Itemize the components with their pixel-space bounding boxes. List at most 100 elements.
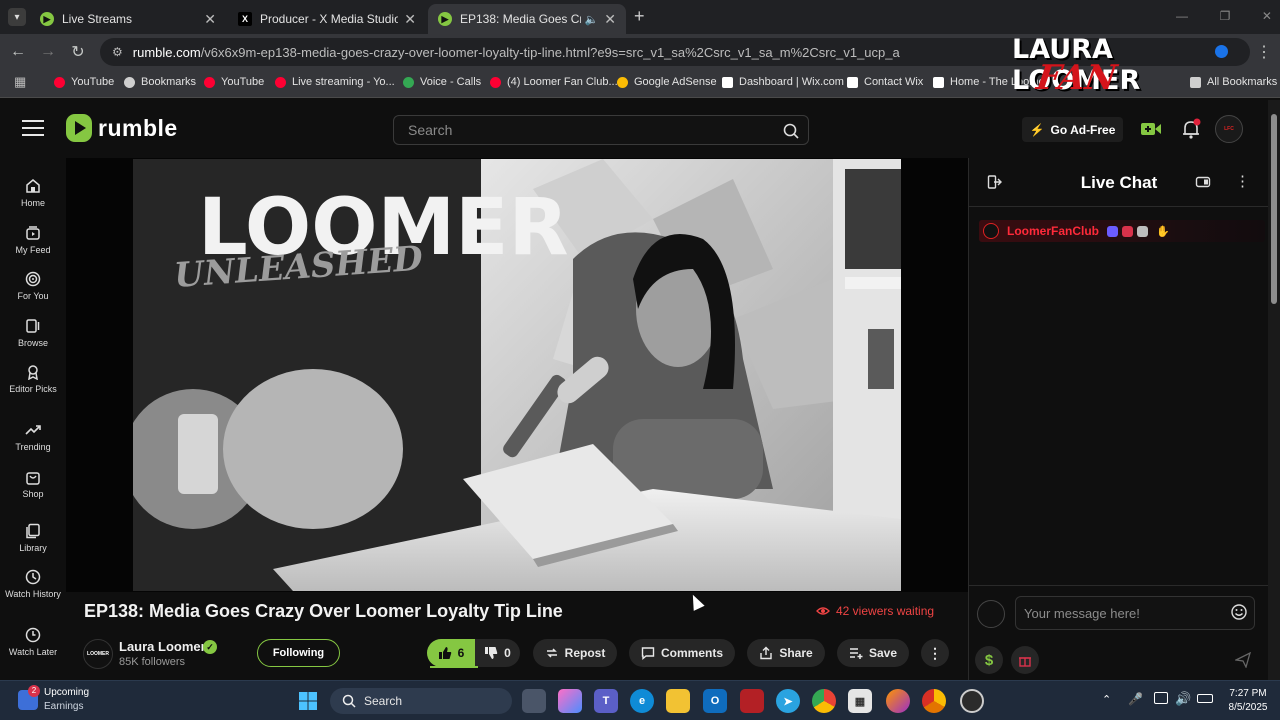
shop-icon (26, 472, 40, 485)
firefox-icon[interactable] (886, 689, 910, 713)
copilot-icon[interactable] (558, 689, 582, 713)
page-scrollbar[interactable] (1268, 100, 1280, 680)
outlook-icon[interactable]: O (703, 689, 727, 713)
video-player[interactable]: LOOMER UNLEASHED (133, 159, 901, 591)
sidebar-item-watch-later[interactable]: Watch Later (0, 627, 66, 658)
chrome-icon[interactable] (812, 689, 836, 713)
comments-label: Comments (660, 646, 723, 660)
bookmark-contact-wix[interactable]: Contact Wix (847, 76, 923, 88)
bookmark-adsense[interactable]: Google AdSense (617, 76, 717, 88)
taskbar-search[interactable]: Search (330, 688, 512, 714)
user-avatar[interactable]: LFC (1215, 115, 1243, 143)
tray-overflow-icon[interactable]: ⌃ (1102, 693, 1111, 706)
close-tab-icon[interactable]: ✕ (604, 11, 616, 28)
teams-icon[interactable]: T (594, 689, 618, 713)
sidebar-item-my-feed[interactable]: My Feed (0, 225, 66, 256)
battery-icon[interactable] (1197, 694, 1213, 703)
close-window-icon[interactable]: ✕ (1262, 9, 1272, 23)
file-explorer-icon[interactable] (666, 689, 690, 713)
system-clock[interactable]: 7:27 PM 8/5/2025 (1222, 687, 1274, 715)
bookmark-youtube[interactable]: YouTube (54, 76, 114, 88)
dislike-button[interactable]: 0 (475, 639, 520, 667)
tab-search-dropdown[interactable]: ▾ (8, 8, 26, 26)
bookmark-live-streaming[interactable]: Live streaming - Yo... (275, 76, 395, 88)
close-tab-icon[interactable]: ✕ (404, 11, 416, 28)
repost-icon (546, 648, 557, 658)
send-message-icon[interactable] (1233, 651, 1252, 673)
minimize-icon[interactable]: — (1176, 9, 1188, 23)
repost-button[interactable]: Repost (533, 639, 617, 667)
chat-username[interactable]: LoomerFanClub (1007, 224, 1099, 238)
microphone-icon[interactable]: 🎤 (1128, 692, 1143, 706)
notifications-bell-icon[interactable] (1180, 118, 1202, 140)
search-input[interactable] (408, 122, 768, 138)
gift-button[interactable] (1011, 646, 1039, 674)
bookmark-voice[interactable]: Voice - Calls (403, 76, 481, 88)
channel-name[interactable]: Laura Loomer (119, 639, 206, 654)
browser-tab-active[interactable]: ▶ EP138: Media Goes Crazy O 🔈 ✕ (428, 4, 626, 34)
like-button[interactable]: 6 (427, 639, 475, 667)
rant-dollar-button[interactable]: $ (975, 646, 1003, 674)
sidebar-item-watch-history[interactable]: Watch History (0, 569, 66, 600)
chat-user-avatar[interactable] (983, 223, 999, 239)
more-options-button[interactable]: ⋮ (921, 639, 949, 667)
restore-icon[interactable]: ❐ (1220, 9, 1231, 23)
following-button[interactable]: Following (257, 639, 340, 667)
chat-options-icon[interactable]: ⋮ (1235, 172, 1250, 190)
go-ad-free-button[interactable]: ⚡ Go Ad-Free (1022, 117, 1123, 142)
speaker-icon[interactable]: 🔈 (585, 13, 599, 26)
popout-chat-icon[interactable] (1195, 174, 1211, 195)
browser-tab-producer[interactable]: X Producer - X Media Studio ✕ (228, 4, 426, 34)
rumble-logo[interactable]: rumble (66, 114, 178, 142)
comments-button[interactable]: Comments (629, 639, 735, 667)
apps-grid-icon[interactable]: ▦ (14, 74, 26, 90)
sidebar-item-shop[interactable]: Shop (0, 469, 66, 500)
channel-avatar[interactable]: LOOMER (83, 639, 113, 669)
scrollbar-thumb[interactable] (1271, 114, 1277, 304)
reload-icon[interactable]: ↻ (66, 40, 90, 64)
dislike-count: 0 (504, 646, 511, 660)
save-button[interactable]: Save (837, 639, 909, 667)
sidebar-item-label: Home (20, 198, 45, 208)
new-tab-button[interactable]: + (634, 6, 645, 27)
bookmark-label: YouTube (71, 76, 115, 88)
close-tab-icon[interactable]: ✕ (204, 11, 216, 28)
sidebar-item-label: Library (19, 543, 47, 553)
sidebar-item-library[interactable]: Library (0, 523, 66, 554)
telegram-icon[interactable]: ➤ (776, 689, 800, 713)
volume-icon[interactable]: 🔊 (1175, 691, 1191, 707)
obs-icon[interactable] (960, 689, 984, 713)
network-icon[interactable] (1154, 692, 1168, 704)
sidebar-item-browse[interactable]: Browse (0, 318, 66, 349)
rumble-header: rumble ⚡ Go Ad-Free LFC (0, 100, 1268, 158)
sidebar-item-editor-picks[interactable]: Editor Picks (0, 364, 66, 395)
chat-message-input[interactable] (1015, 596, 1255, 630)
sidebar-item-home[interactable]: Home (0, 178, 66, 209)
browser-menu-icon[interactable]: ⋮ (1252, 40, 1276, 64)
edge-icon[interactable]: e (630, 689, 654, 713)
go-live-camera-icon[interactable] (1140, 120, 1162, 138)
forward-icon[interactable]: → (36, 40, 60, 64)
bookmark-label: Google AdSense (634, 76, 717, 88)
sidebar-item-for-you[interactable]: For You (0, 271, 66, 302)
share-button[interactable]: Share (747, 639, 825, 667)
task-view-icon[interactable] (522, 689, 546, 713)
site-info-icon[interactable]: ⚙ (112, 45, 123, 59)
app-red-icon[interactable] (740, 689, 764, 713)
chrome-canary-icon[interactable] (922, 689, 946, 713)
windows-start-icon[interactable] (296, 689, 320, 713)
bookmark-bookmarks[interactable]: Bookmarks (124, 76, 196, 88)
emoji-picker-icon[interactable] (1230, 603, 1248, 626)
go-ad-free-label: Go Ad-Free (1050, 122, 1116, 137)
menu-icon[interactable] (22, 120, 44, 138)
bookmark-wix-dashboard[interactable]: Dashboard | Wix.com (722, 76, 844, 88)
browser-tab-live-streams[interactable]: ▶ Live Streams ✕ (30, 4, 226, 34)
store-icon[interactable]: ▦ (848, 689, 872, 713)
bookmark-youtube-2[interactable]: YouTube (204, 76, 264, 88)
back-icon[interactable]: ← (6, 40, 30, 64)
search-icon (342, 694, 356, 708)
search-icon[interactable] (780, 120, 802, 142)
sidebar-item-trending[interactable]: Trending (0, 422, 66, 453)
widgets-button[interactable]: 2 Upcoming Earnings (18, 685, 89, 714)
bookmark-loomer-fan-club[interactable]: (4) Loomer Fan Club... (490, 76, 618, 88)
